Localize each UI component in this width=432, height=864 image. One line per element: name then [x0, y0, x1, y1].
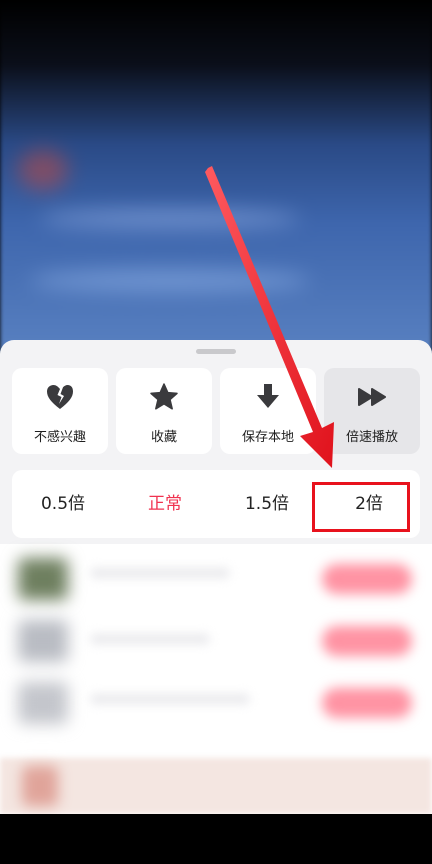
blurred-bottom-strip: [0, 758, 432, 814]
blurred-shape: [40, 210, 300, 228]
speed-option-1-5x[interactable]: 1.5倍: [216, 470, 318, 538]
list-item: [0, 550, 432, 608]
star-icon: [150, 383, 178, 410]
favorite-button[interactable]: 收藏: [116, 368, 212, 454]
blurred-thumbnail: [18, 682, 68, 724]
blurred-shape: [18, 150, 68, 190]
system-navigation-bar: [0, 814, 432, 864]
list-item: [0, 674, 432, 732]
blurred-text: [90, 568, 230, 578]
blurred-thumbnail: [18, 558, 68, 600]
blurred-button: [322, 564, 412, 594]
blurred-text: [90, 694, 250, 704]
favorite-label: 收藏: [150, 430, 177, 445]
list-item: [0, 612, 432, 670]
blurred-button: [322, 626, 412, 656]
save-local-label: 保存本地: [241, 430, 294, 445]
fast-forward-icon: [358, 388, 386, 406]
annotation-highlight-box: [312, 482, 410, 532]
blurred-shape: [30, 270, 310, 292]
save-local-button[interactable]: 保存本地: [220, 368, 316, 454]
playback-speed-button[interactable]: 倍速播放: [324, 368, 420, 454]
speed-option-normal[interactable]: 正常: [114, 470, 216, 538]
not-interested-label: 不感兴趣: [33, 430, 86, 445]
download-icon: [257, 384, 279, 408]
broken-heart-icon: [47, 385, 73, 409]
blurred-thumbnail: [18, 620, 68, 662]
speed-option-0-5x[interactable]: 0.5倍: [12, 470, 114, 538]
blurred-button: [322, 688, 412, 718]
sheet-drag-handle[interactable]: [196, 349, 236, 354]
blurred-text: [90, 634, 210, 644]
blurred-thumbnail: [22, 766, 58, 806]
more-options-sheet: 不感兴趣 收藏 保存本地 倍速播放 0.5倍 正常 1.5倍 2倍: [0, 340, 432, 814]
action-row: 不感兴趣 收藏 保存本地 倍速播放: [12, 368, 420, 454]
blurred-video-background: [0, 0, 432, 360]
not-interested-button[interactable]: 不感兴趣: [12, 368, 108, 454]
playback-speed-label: 倍速播放: [345, 430, 398, 445]
